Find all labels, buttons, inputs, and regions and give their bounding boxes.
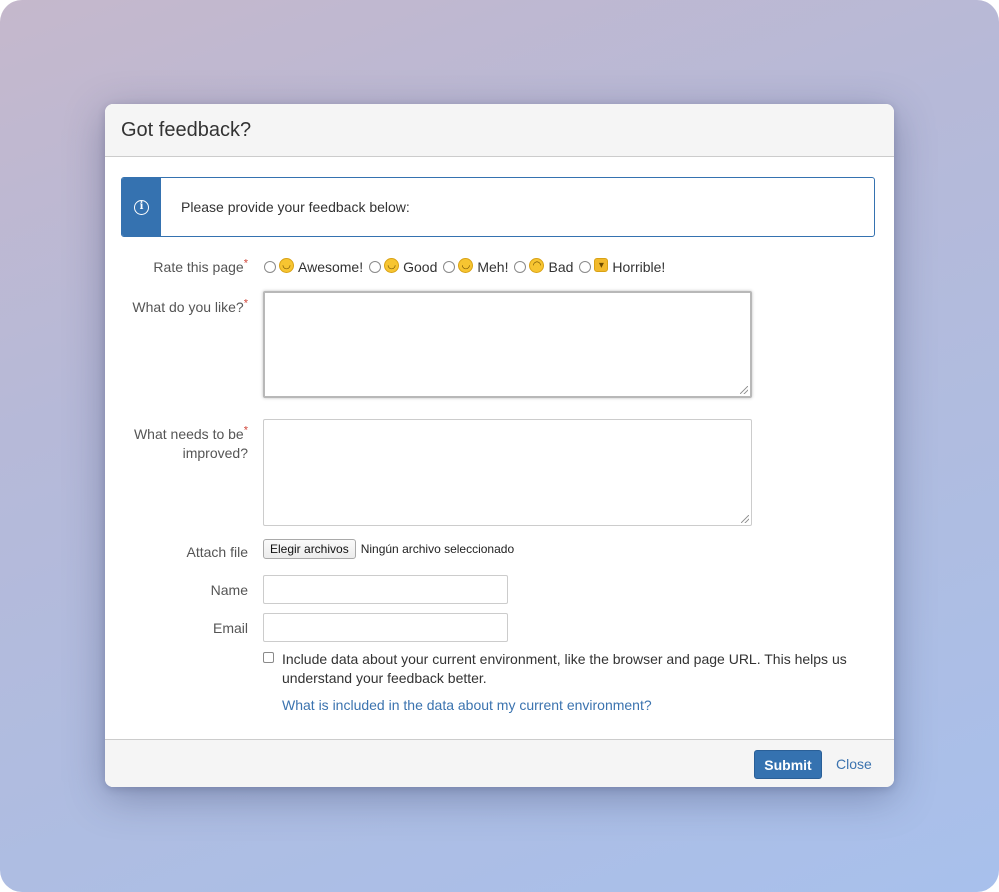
rating-radio-awesome[interactable] [264,261,276,273]
choose-files-button[interactable]: Elegir archivos [263,539,356,559]
required-marker: * [243,257,248,270]
name-label: Name [210,582,248,598]
like-label: What do you like?* [132,297,248,315]
rating-radio-horrible[interactable] [579,261,592,273]
rating-label-horrible: Horrible! [612,259,666,275]
rating-radio-meh[interactable] [443,261,456,273]
feedback-dialog: Got feedback? i Please provide your feed… [105,104,894,787]
background: Got feedback? i Please provide your feed… [0,0,999,892]
thumbs-down-icon: ▾ [594,258,609,272]
dialog-footer: Submit Close [105,739,894,787]
improve-label: What needs to be* improved? [133,424,248,461]
name-input[interactable] [263,575,508,604]
rating-radio-good[interactable] [369,261,382,273]
rating-label-bad: Bad [548,259,574,275]
rating-label-meh: Meh! [477,259,509,275]
environment-checkbox[interactable] [263,652,274,663]
info-message-text: Please provide your feedback below: [181,199,410,215]
frowning-face-icon: ◠ [529,257,545,273]
attach-label: Attach file [186,544,248,560]
rating-radio-bad[interactable] [514,261,527,273]
resize-handle[interactable] [741,515,749,523]
environment-checkbox-label[interactable]: Include data about your current environm… [282,650,853,688]
resize-handle[interactable] [740,386,748,394]
improve-textarea[interactable] [263,419,752,526]
info-icon-area: i [122,178,161,236]
neutral-face-icon: ◡ [458,257,474,273]
info-message: i Please provide your feedback below: [121,177,875,237]
email-input[interactable] [263,613,508,642]
rating-options: ◡ Awesome! ◡ Good ◡ Meh! ◠ Bad ▾ Horribl… [262,257,669,277]
rating-label-awesome: Awesome! [298,259,364,275]
file-status: Ningún archivo seleccionado [360,542,515,556]
like-textarea[interactable] [263,291,752,398]
rating-label: Rate this page* [153,257,248,275]
required-marker: * [243,297,248,310]
environment-info-link[interactable]: What is included in the data about my cu… [282,696,652,715]
close-link[interactable]: Close [836,756,872,772]
file-picker: Elegir archivos Ningún archivo seleccion… [263,539,514,559]
feedback-form: i Please provide your feedback below: Ra… [105,104,894,787]
grinning-face-icon: ◡ [279,257,294,273]
submit-button[interactable]: Submit [754,750,822,779]
environment-option: Include data about your current environm… [263,650,853,688]
info-icon: i [134,199,149,215]
rating-label-good: Good [403,259,438,275]
email-label: Email [212,620,248,636]
required-marker: * [243,424,248,437]
smiling-face-icon: ◡ [384,257,400,273]
